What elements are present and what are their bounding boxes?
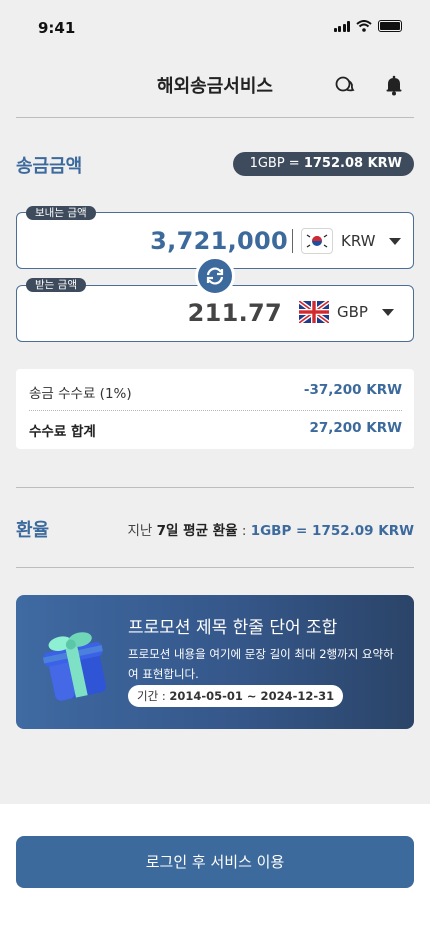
receive-amount-tag: 받는 금액 <box>26 278 86 292</box>
exchange-section-title: 환율 <box>16 520 50 541</box>
promo-body: 프로모션 내용을 여기에 문장 길이 최대 2행까지 요약하여 표현합니다. <box>128 647 394 681</box>
fee-label: 송금 수수료 (1%) <box>29 386 132 402</box>
receive-currency-select[interactable]: GBP <box>299 301 394 323</box>
promo-period-value: 2014-05-01 ~ 2024-12-31 <box>169 689 335 703</box>
receive-amount: 211.77 <box>187 299 282 327</box>
promo-banner[interactable]: 프로모션 제목 한줄 단어 조합 프로모션 내용을 여기에 문장 길이 최대 2… <box>16 595 414 729</box>
status-icons <box>333 20 402 32</box>
app-header: 해외송금서비스 <box>0 64 430 104</box>
rate-prefix: 1GBP = <box>249 156 304 171</box>
text-cursor <box>292 229 293 253</box>
avg-separator: : <box>237 523 251 539</box>
send-currency-select[interactable]: KRW <box>301 228 402 254</box>
fee-total-label: 수수료 합계 <box>29 424 96 440</box>
send-amount[interactable]: 3,721,000 <box>150 227 288 255</box>
fee-row: 송금 수수료 (1%) -37,200 KRW <box>29 382 402 402</box>
battery-icon <box>378 20 402 32</box>
promo-period-label: 기간 : <box>137 689 170 703</box>
status-bar: 9:41 <box>0 0 430 56</box>
page-title: 해외송금서비스 <box>157 76 273 97</box>
signal-icon <box>333 20 350 32</box>
swap-icon <box>206 267 224 285</box>
avg-days: 7일 평균 환율 <box>156 523 238 539</box>
average-rate: 지난 7일 평균 환율 : 1GBP = 1752.09 KRW <box>128 519 415 539</box>
rate-value: 1752.08 KRW <box>303 156 402 171</box>
bottom-bar: 로그인 후 서비스 이용 <box>0 804 430 936</box>
fee-value: -37,200 KRW <box>303 382 402 398</box>
avg-prefix: 지난 <box>127 523 157 539</box>
fee-total-row: 수수료 합계 27,200 KRW <box>29 420 402 440</box>
swap-button[interactable] <box>195 256 235 296</box>
promo-title: 프로모션 제목 한줄 단어 조합 <box>128 618 338 638</box>
chat-icon[interactable] <box>334 74 356 96</box>
send-amount-tag: 보내는 금액 <box>26 206 96 220</box>
promo-period: 기간 : 2014-05-01 ~ 2024-12-31 <box>128 685 344 707</box>
section-divider <box>16 567 414 568</box>
login-button[interactable]: 로그인 후 서비스 이용 <box>16 836 414 888</box>
uk-flag-icon <box>299 301 329 323</box>
fee-card: 송금 수수료 (1%) -37,200 KRW 수수료 합계 27,200 KR… <box>16 369 414 449</box>
fee-total-value: 27,200 KRW <box>309 420 402 436</box>
caret-down-icon <box>389 237 402 245</box>
bell-icon[interactable] <box>383 74 405 96</box>
korea-flag-icon <box>301 228 333 254</box>
fee-divider <box>29 410 402 411</box>
avg-value: 1GBP = 1752.09 KRW <box>250 523 414 539</box>
rate-badge: 1GBP = 1752.08 KRW <box>232 152 414 176</box>
status-time: 9:41 <box>38 19 76 37</box>
receive-currency-label: GBP <box>337 303 368 321</box>
remit-section-title: 송금금액 <box>16 156 83 177</box>
caret-down-icon <box>381 308 394 316</box>
gift-icon <box>42 632 107 701</box>
wifi-icon <box>356 20 372 32</box>
section-divider <box>16 487 414 488</box>
send-currency-label: KRW <box>341 232 376 250</box>
header-divider <box>16 117 414 118</box>
